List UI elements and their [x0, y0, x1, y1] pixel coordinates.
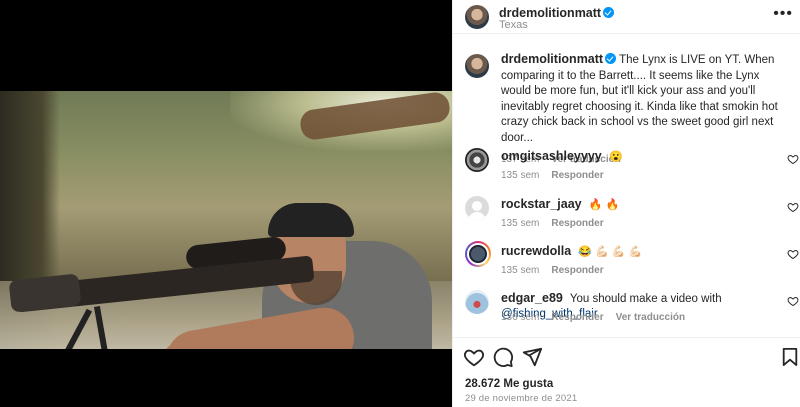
- comment-item: edgar_e89 You should make a video with @…: [465, 290, 800, 330]
- post-media: [0, 0, 452, 407]
- bookmark-icon[interactable]: [781, 346, 799, 368]
- author-avatar[interactable]: [465, 5, 489, 29]
- comment-heart-icon[interactable]: [787, 153, 799, 165]
- caption-avatar[interactable]: [465, 54, 489, 78]
- comment-item: rucrewdolla 😂 💪🏻 💪🏻 💪🏻 135 sem Responder: [465, 241, 800, 283]
- comment-translate-link[interactable]: Ver traducción: [616, 312, 685, 323]
- caption-username[interactable]: drdemolitionmatt: [501, 52, 603, 66]
- reply-button[interactable]: Responder: [551, 218, 603, 229]
- commenter-username[interactable]: edgar_e89: [501, 291, 563, 305]
- post-panel: drdemolitionmatt Texas ••• drdemolitionm…: [452, 0, 800, 407]
- commenter-username[interactable]: rucrewdolla: [501, 244, 571, 258]
- commenter-username[interactable]: rockstar_jaay: [501, 197, 582, 211]
- share-icon[interactable]: [521, 346, 543, 368]
- post-header: drdemolitionmatt Texas •••: [453, 0, 800, 34]
- reply-button[interactable]: Responder: [551, 170, 603, 181]
- post-actions: 28.672 Me gusta 29 de noviembre de 2021: [453, 337, 800, 407]
- post-date: 29 de noviembre de 2021: [465, 393, 578, 404]
- verified-badge-icon: [603, 7, 615, 18]
- comment-emoji: 🔥 🔥: [588, 199, 620, 211]
- comment-heart-icon[interactable]: [787, 201, 799, 213]
- author-username[interactable]: drdemolitionmatt: [499, 6, 601, 20]
- comment-heart-icon[interactable]: [787, 295, 799, 307]
- comment-text: You should make a video with: [569, 293, 722, 305]
- verified-badge-icon: [605, 53, 617, 64]
- comment-meta: 135 sem Responder: [501, 218, 604, 229]
- caption-text: The Lynx is LIVE on YT. When comparing i…: [501, 54, 778, 144]
- reply-button[interactable]: Responder: [551, 265, 603, 276]
- commenter-avatar[interactable]: [465, 290, 489, 314]
- comment-age[interactable]: 135 sem: [501, 170, 539, 181]
- heart-icon[interactable]: [463, 346, 485, 368]
- comment-icon[interactable]: [492, 346, 514, 368]
- comment-item: rockstar_jaay 🔥 🔥 135 sem Responder: [465, 196, 800, 236]
- commenter-avatar[interactable]: [465, 241, 491, 267]
- comment-meta: 135 sem Responder: [501, 265, 604, 276]
- comment-emoji: 😮: [608, 151, 623, 163]
- more-options-icon[interactable]: •••: [773, 6, 793, 22]
- comment-age[interactable]: 135 sem: [501, 265, 539, 276]
- comment-meta: 135 sem Responder: [501, 170, 604, 181]
- comment-heart-icon[interactable]: [787, 248, 799, 260]
- commenter-username[interactable]: omgitsashleyyyy: [501, 149, 602, 163]
- likes-count[interactable]: 28.672 Me gusta: [465, 378, 553, 390]
- comment-emoji: 😂 💪🏻 💪🏻 💪🏻: [578, 246, 643, 258]
- commenter-avatar[interactable]: [465, 148, 489, 172]
- comment-age[interactable]: 136 sem: [501, 312, 539, 323]
- comment-meta: 136 sem Responder Ver traducción: [501, 312, 685, 323]
- comment-age[interactable]: 135 sem: [501, 218, 539, 229]
- commenter-avatar[interactable]: [465, 196, 489, 220]
- post-location[interactable]: Texas: [499, 19, 528, 31]
- post-photo[interactable]: [0, 91, 452, 349]
- comment-item: omgitsashleyyyy 😮 135 sem Responder: [465, 148, 800, 188]
- reply-button[interactable]: Responder: [551, 312, 603, 323]
